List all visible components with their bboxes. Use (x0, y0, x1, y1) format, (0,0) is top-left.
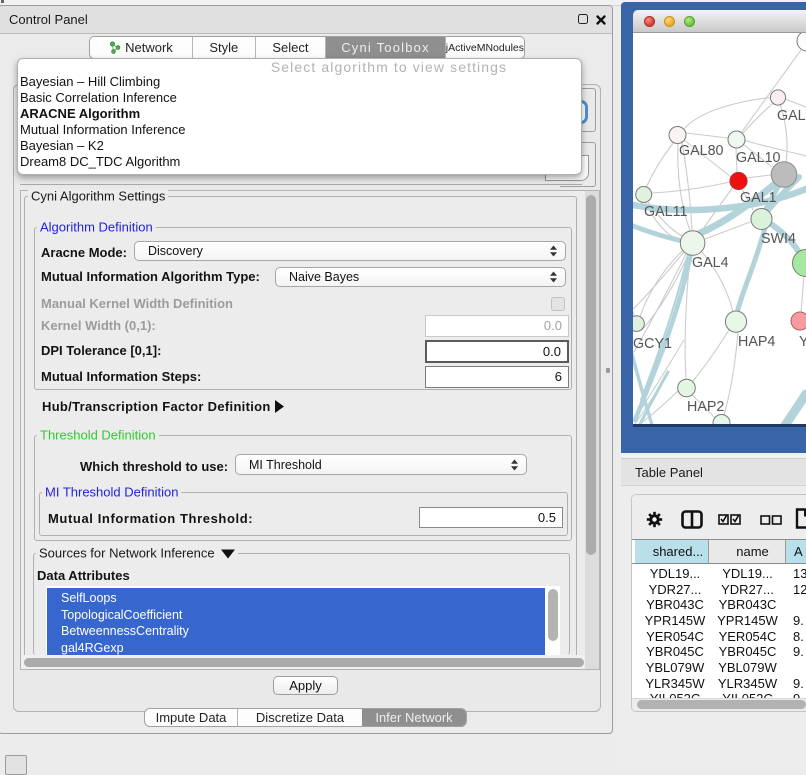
svg-text:GAL80: GAL80 (679, 143, 724, 159)
svg-text:GAL4: GAL4 (692, 255, 729, 271)
svg-text:GAL11: GAL11 (644, 204, 687, 220)
svg-text:SWI4: SWI4 (761, 231, 796, 247)
svg-text:GAL10: GAL10 (736, 150, 781, 166)
svg-text:YJ: YJ (799, 334, 806, 350)
svg-text:HAP2: HAP2 (687, 399, 724, 415)
svg-text:HAP4: HAP4 (738, 334, 775, 350)
svg-text:GCY1: GCY1 (633, 336, 672, 352)
svg-text:GAL7: GAL7 (777, 108, 806, 124)
svg-text:GAL1: GAL1 (740, 190, 777, 206)
